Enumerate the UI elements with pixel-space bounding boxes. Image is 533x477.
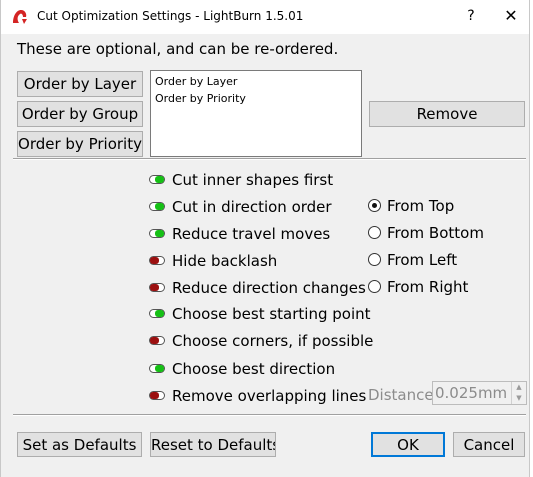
cancel-button[interactable]: Cancel — [453, 432, 525, 457]
radio-label: From Left — [387, 251, 458, 269]
option-label: Remove overlapping lines — [172, 387, 367, 405]
window-title: Cut Optimization Settings - LightBurn 1.… — [37, 9, 304, 23]
toggle-knob — [150, 284, 159, 291]
distance-spinbox[interactable]: 0.025mm ▲ ▼ — [432, 381, 527, 405]
toggle-switch[interactable] — [149, 336, 165, 345]
lightburn-logo-icon — [13, 10, 27, 24]
toggle-switch[interactable] — [149, 283, 165, 292]
toggle-knob — [150, 257, 159, 264]
toggle-knob — [155, 310, 164, 317]
divider-bottom — [13, 414, 526, 416]
divider-top — [13, 158, 526, 160]
toggle-knob — [150, 392, 159, 399]
radio-button[interactable] — [368, 280, 381, 293]
radio-label: From Top — [387, 197, 455, 215]
close-button[interactable]: ✕ — [497, 5, 525, 27]
option-label: Choose best direction — [172, 360, 336, 378]
set-as-defaults-button[interactable]: Set as Defaults — [17, 432, 142, 457]
order-by-layer-button[interactable]: Order by Layer — [17, 71, 143, 97]
order-list[interactable]: Order by Layer Order by Priority — [150, 70, 362, 157]
option-label: Cut in direction order — [172, 198, 332, 216]
toggle-knob — [150, 337, 159, 344]
title-bar: Cut Optimization Settings - LightBurn 1.… — [1, 0, 529, 34]
distance-value[interactable]: 0.025mm — [435, 384, 507, 402]
option-label: Reduce travel moves — [172, 225, 331, 243]
order-by-group-button[interactable]: Order by Group — [17, 101, 143, 127]
toggle-switch[interactable] — [149, 256, 165, 265]
list-item[interactable]: Order by Priority — [151, 90, 361, 107]
radio-button[interactable] — [368, 226, 381, 239]
distance-label: Distance: — [368, 386, 439, 404]
toggle-knob — [155, 176, 164, 183]
radio-button[interactable] — [368, 253, 381, 266]
toggle-switch[interactable] — [149, 175, 165, 184]
order-by-priority-button[interactable]: Order by Priority — [17, 131, 143, 157]
option-label: Hide backlash — [172, 252, 278, 270]
toggle-knob — [155, 365, 164, 372]
radio-button[interactable] — [368, 199, 381, 212]
option-label: Choose corners, if possible — [172, 332, 374, 350]
ordering-hint: These are optional, and can be re-ordere… — [17, 40, 339, 58]
option-label: Cut inner shapes first — [172, 171, 334, 189]
radio-label: From Bottom — [387, 224, 484, 242]
help-button[interactable]: ? — [459, 5, 483, 27]
toggle-switch[interactable] — [149, 391, 165, 400]
toggle-knob — [155, 230, 164, 237]
reset-to-defaults-button[interactable]: Reset to Defaults — [150, 432, 276, 457]
option-label: Choose best starting point — [172, 305, 371, 323]
radio-label: From Right — [387, 278, 469, 296]
toggle-knob — [155, 203, 164, 210]
toggle-switch[interactable] — [149, 202, 165, 211]
option-label: Reduce direction changes — [172, 279, 366, 297]
toggle-switch[interactable] — [149, 309, 165, 318]
list-item[interactable]: Order by Layer — [151, 73, 361, 90]
spin-up-icon[interactable]: ▲ — [512, 382, 526, 393]
toggle-switch[interactable] — [149, 229, 165, 238]
toggle-switch[interactable] — [149, 364, 165, 373]
spin-down-icon[interactable]: ▼ — [512, 393, 526, 404]
radio-dot — [372, 203, 377, 208]
ok-button[interactable]: OK — [371, 432, 445, 457]
cut-optimization-dialog: Cut Optimization Settings - LightBurn 1.… — [0, 0, 530, 477]
remove-button[interactable]: Remove — [369, 101, 525, 127]
spin-buttons: ▲ ▼ — [511, 382, 526, 404]
